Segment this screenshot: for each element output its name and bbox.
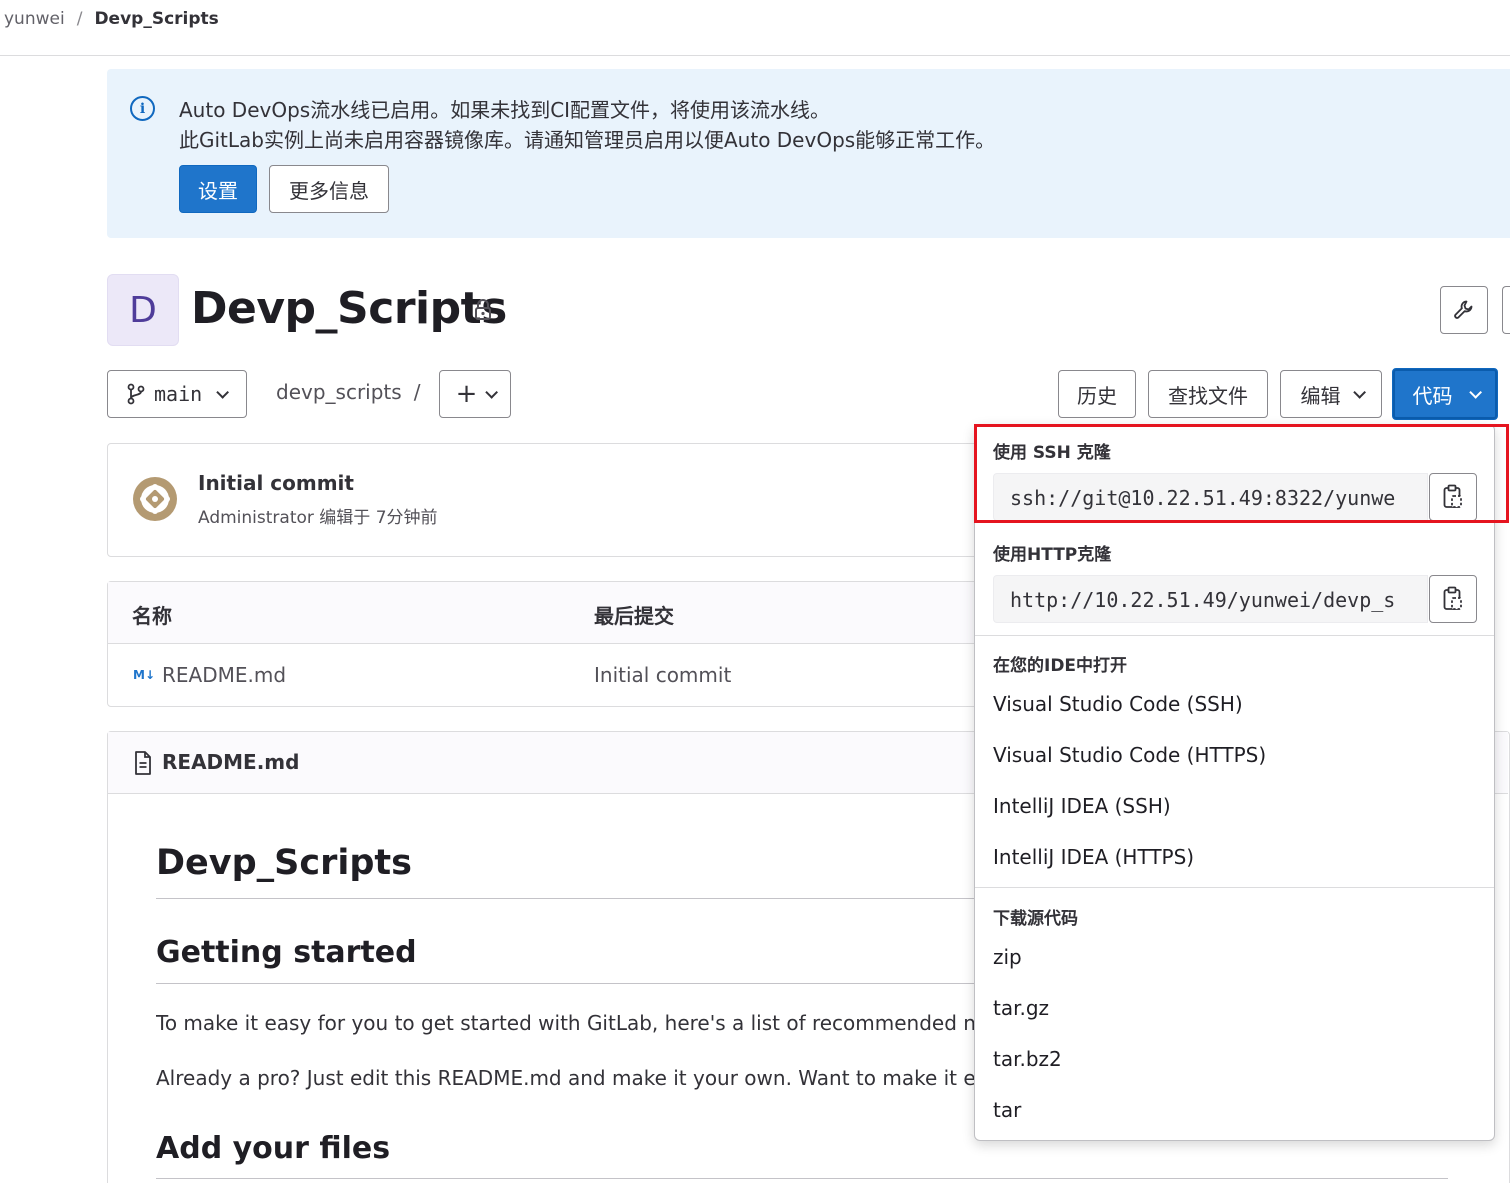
repo-path: devp_scripts / [276, 380, 420, 404]
download-source-heading: 下载源代码 [993, 909, 1078, 929]
file-table-header [108, 582, 986, 644]
add-to-tree-button[interactable]: + [439, 370, 511, 418]
project-settings-button[interactable] [1440, 286, 1488, 334]
download-zip-item[interactable]: zip [993, 945, 1022, 969]
download-tar-gz-item[interactable]: tar.gz [993, 996, 1049, 1020]
readme-heading-add-files: Add your files [156, 1131, 391, 1166]
user-avatar-identicon [131, 475, 179, 523]
heading-rule [156, 1178, 1448, 1179]
repo-path-separator: / [413, 380, 421, 404]
column-header-name: 名称 [132, 604, 172, 628]
download-tar-bz2-item[interactable]: tar.bz2 [993, 1047, 1062, 1071]
lock-icon [475, 299, 491, 320]
open-in-ide-heading: 在您的IDE中打开 [993, 656, 1128, 676]
project-title: Devp_Scripts [191, 283, 507, 334]
info-icon: i [130, 96, 155, 121]
commit-author-link[interactable]: Administrator [198, 508, 314, 528]
branch-icon [127, 383, 145, 405]
code-dropdown-menu [974, 424, 1495, 1141]
open-vscode-https-item[interactable]: Visual Studio Code (HTTPS) [993, 743, 1266, 767]
project-actions-button[interactable] [1502, 286, 1510, 334]
file-last-commit-link[interactable]: Initial commit [594, 663, 731, 687]
branch-selector[interactable]: main [107, 370, 247, 418]
open-intellij-ssh-item[interactable]: IntelliJ IDEA (SSH) [993, 794, 1171, 818]
alert-message-line-2: 此GitLab实例上尚未启用容器镜像库。请通知管理员启用以便Auto DevOp… [179, 128, 996, 152]
last-commit-card [107, 443, 987, 557]
commit-meta: Administrator 编辑于 7分钟前 [198, 503, 438, 528]
file-name-link[interactable]: README.md [162, 663, 286, 687]
breadcrumb: yunwei / Devp_Scripts [4, 9, 219, 29]
http-clone-url-input[interactable]: http://10.22.51.49/yunwei/devp_s [993, 575, 1428, 623]
branch-name: main [154, 382, 203, 406]
open-intellij-https-item[interactable]: IntelliJ IDEA (HTTPS) [993, 845, 1194, 869]
ssh-clone-highlight-box [974, 424, 1509, 523]
alert-more-info-button[interactable]: 更多信息 [269, 165, 389, 213]
code-dropdown-button[interactable]: 代码 [1392, 368, 1498, 420]
chevron-down-icon [1468, 385, 1482, 399]
http-clone-heading: 使用HTTP克隆 [993, 545, 1112, 565]
breadcrumb-current-link[interactable]: Devp_Scripts [94, 9, 218, 29]
readme-heading-getting-started: Getting started [156, 935, 417, 970]
project-avatar: D [107, 274, 179, 346]
column-header-last-commit: 最后提交 [594, 604, 674, 628]
file-icon [135, 751, 151, 775]
repo-path-root-link[interactable]: devp_scripts [276, 380, 402, 404]
chevron-down-icon [1352, 385, 1366, 399]
alert-message-line-1: Auto DevOps流水线已启用。如果未找到CI配置文件，将使用该流水线。 [179, 98, 831, 122]
open-vscode-ssh-item[interactable]: Visual Studio Code (SSH) [993, 692, 1243, 716]
breadcrumb-separator: / [76, 9, 83, 29]
code-button-label: 代码 [1412, 383, 1453, 408]
dropdown-divider [975, 887, 1494, 888]
copy-http-url-button[interactable] [1429, 575, 1477, 623]
commit-time: 编辑于 7分钟前 [319, 508, 438, 528]
edit-button-label: 编辑 [1300, 383, 1341, 408]
markdown-icon: M↓ [133, 668, 155, 682]
chevron-down-icon [485, 385, 499, 399]
find-file-button[interactable]: 查找文件 [1148, 370, 1268, 418]
history-button[interactable]: 历史 [1058, 370, 1136, 418]
alert-settings-button[interactable]: 设置 [179, 165, 257, 213]
header-divider [0, 55, 1510, 56]
readme-filename-link[interactable]: README.md [162, 750, 299, 774]
edit-dropdown-button[interactable]: 编辑 [1280, 370, 1382, 418]
plus-icon: + [455, 379, 478, 409]
commit-title-link[interactable]: Initial commit [198, 471, 354, 495]
clipboard-icon [1443, 586, 1462, 610]
download-tar-item[interactable]: tar [993, 1098, 1021, 1122]
breadcrumb-parent-link[interactable]: yunwei [4, 9, 65, 29]
readme-paragraph-1: To make it easy for you to get started w… [156, 1011, 974, 1035]
dropdown-divider [975, 635, 1494, 636]
readme-heading-1: Devp_Scripts [156, 843, 412, 883]
chevron-down-icon [216, 385, 230, 399]
readme-paragraph-2: Already a pro? Just edit this README.md … [156, 1066, 974, 1090]
wrench-icon [1454, 300, 1473, 319]
